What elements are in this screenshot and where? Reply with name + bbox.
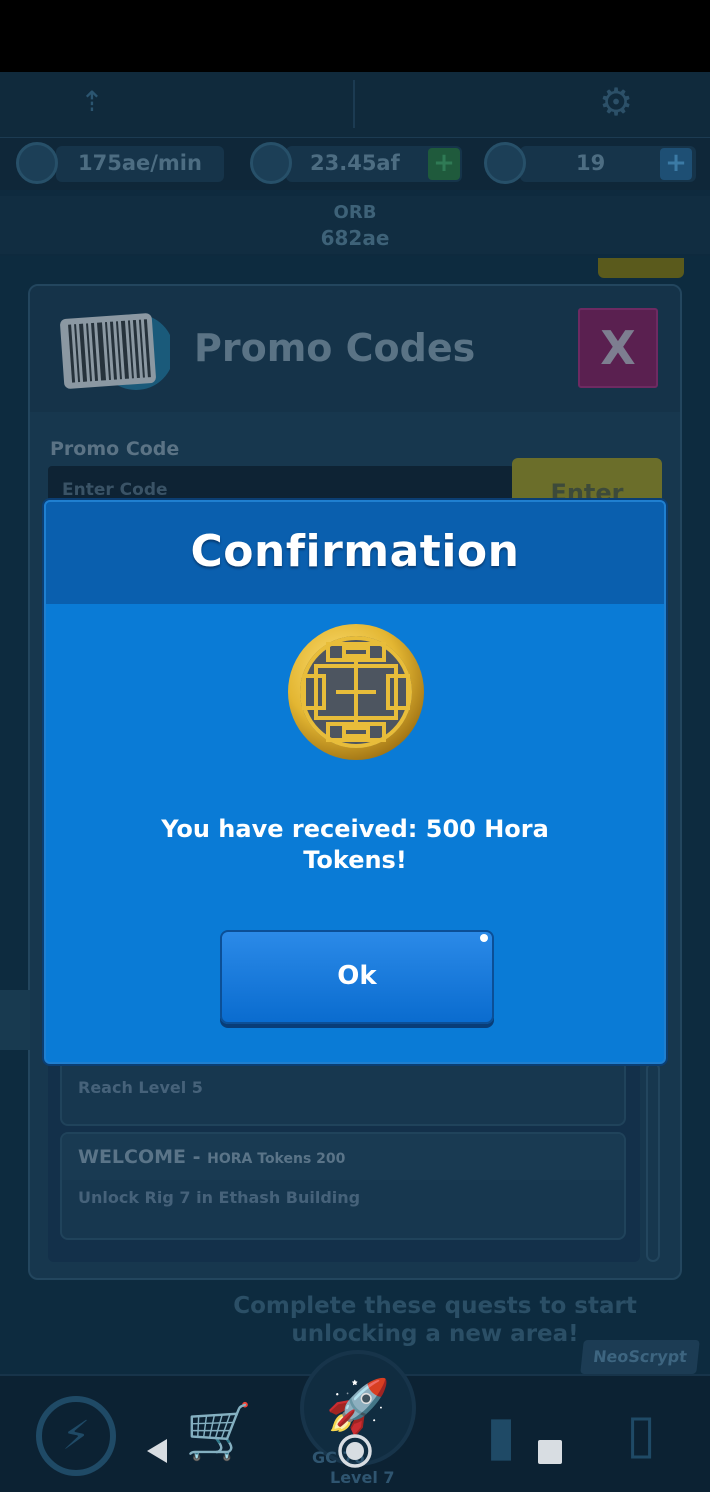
- list-item-desc: Reach Level 5: [78, 1078, 203, 1097]
- status-bar: [0, 0, 710, 72]
- ae-rate-icon: [16, 142, 58, 184]
- promo-header: Promo Codes X: [30, 286, 680, 412]
- side-tab: [0, 990, 30, 1050]
- cards-icon[interactable]: ▮: [466, 1396, 536, 1476]
- building-icon[interactable]: ▯: [616, 1392, 666, 1476]
- boost-icon[interactable]: ⚡: [36, 1396, 116, 1476]
- list-item-code: WELCOME -: [78, 1146, 208, 1168]
- dialog-message: You have received: 500 Hora Tokens!: [161, 815, 549, 874]
- list-item-desc: Unlock Rig 7 in Ethash Building: [78, 1188, 361, 1207]
- orb-value: 682ae: [320, 226, 390, 250]
- top-toolbar: ⇡ ⚙: [0, 72, 710, 138]
- close-button[interactable]: X: [578, 308, 658, 388]
- list-scrollbar[interactable]: [646, 1062, 660, 1262]
- level-up-icon[interactable]: ⇡: [74, 84, 110, 120]
- level-label: Level 7: [330, 1468, 395, 1487]
- gem-stack-icon: [484, 142, 526, 184]
- barcode-icon: [60, 313, 170, 390]
- orb-label: ORB: [333, 202, 377, 223]
- promo-list: Reach Level 5 WELCOME - HORA Tokens 200 …: [48, 1018, 640, 1262]
- dialog-header: Confirmation: [46, 502, 664, 604]
- add-hora-button[interactable]: +: [428, 148, 460, 180]
- back-icon[interactable]: [143, 1437, 171, 1465]
- list-item-title: WELCOME - HORA Tokens 200: [78, 1146, 345, 1168]
- promo-title: Promo Codes: [194, 326, 476, 370]
- hora-coin-icon: [250, 142, 292, 184]
- dialog-title: Confirmation: [190, 526, 520, 577]
- neoscrypt-badge[interactable]: NeoScrypt: [580, 1340, 700, 1374]
- hora-token-icon: [288, 624, 424, 760]
- add-gem-button[interactable]: +: [660, 148, 692, 180]
- list-item: WELCOME - HORA Tokens 200 Unlock Rig 7 i…: [60, 1132, 626, 1240]
- promo-code-label: Promo Code: [50, 438, 180, 460]
- confirmation-dialog: Confirmation You have received: 500 Hora…: [44, 500, 666, 1064]
- resource-bar: 175ae/min 23.45af + 19 +: [0, 138, 710, 190]
- ok-button-label: Ok: [337, 961, 377, 991]
- toolbar-divider: [353, 80, 355, 128]
- ae-rate-value: 175ae/min: [78, 151, 202, 175]
- orb-display: ORB 682ae: [0, 196, 710, 254]
- recents-icon[interactable]: [538, 1440, 562, 1464]
- shop-cart-icon[interactable]: 🛒: [176, 1392, 262, 1472]
- background-badge: [598, 258, 684, 278]
- hora-coin-value: 23.45af: [310, 151, 400, 175]
- list-item-reward: HORA Tokens 200: [207, 1151, 346, 1167]
- button-glint: [480, 934, 488, 942]
- gear-icon[interactable]: ⚙: [596, 82, 636, 122]
- home-icon[interactable]: [337, 1433, 373, 1469]
- gem-value: 19: [576, 151, 606, 175]
- ok-button[interactable]: Ok: [220, 930, 494, 1024]
